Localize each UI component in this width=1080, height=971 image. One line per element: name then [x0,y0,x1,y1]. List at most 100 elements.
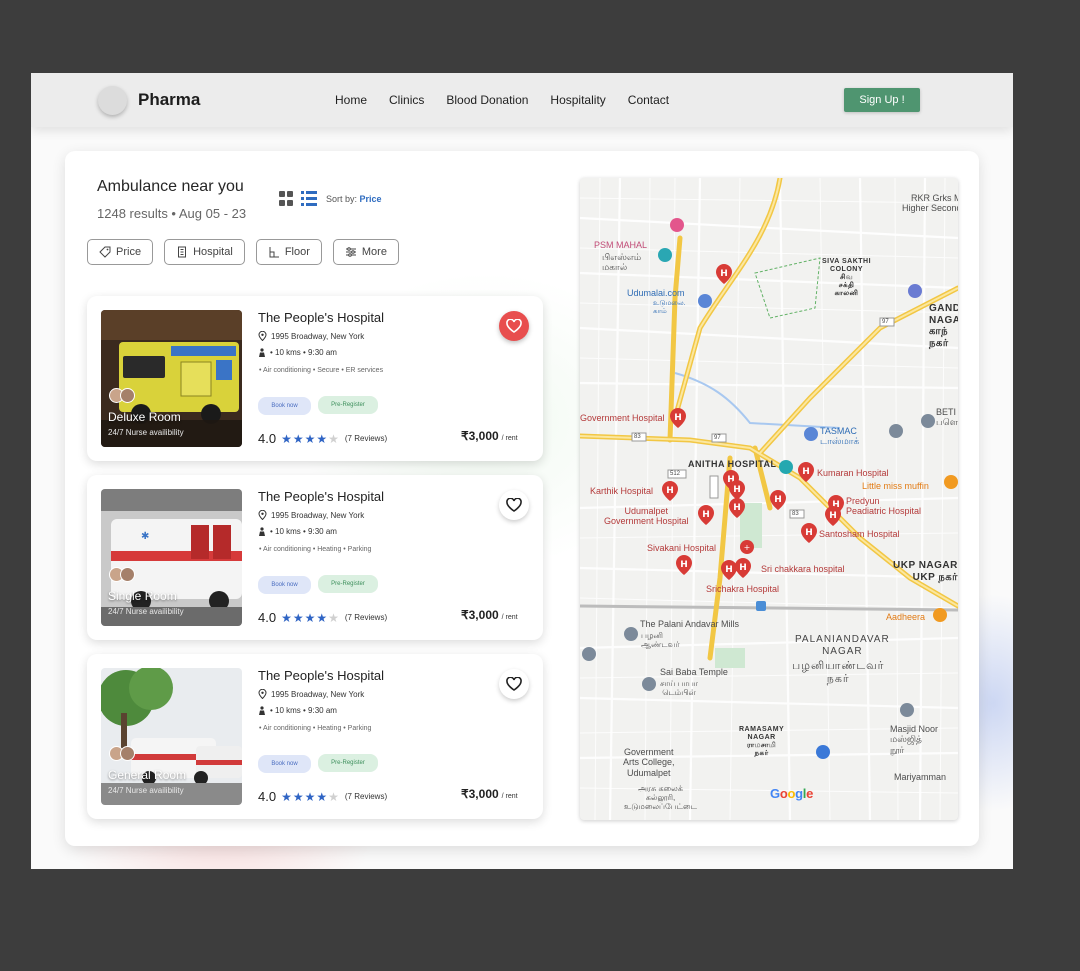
favorite-button[interactable] [499,311,529,341]
map-label: Masjid Noor மஸ்ஜித் நூர் [890,724,939,755]
hospital-name[interactable]: The People's Hospital [258,668,384,683]
staff-avatars [109,746,135,761]
rating-value: 4.0 [258,789,277,804]
filter-more[interactable]: More [332,239,399,265]
hospital-name[interactable]: The People's Hospital [258,489,384,504]
map-label: Sivakani Hospital [647,543,717,553]
location-pin-icon [258,510,267,520]
logo-icon[interactable] [98,86,127,115]
review-count[interactable]: (7 Reviews) [345,792,387,801]
room-photo[interactable]: General Room 24/7 Nurse availibility [101,668,242,805]
map-label: Srichakra Hospital [706,584,780,594]
filter-price[interactable]: Price [87,239,154,265]
top-navbar: Pharma Home Clinics Blood Donation Hospi… [31,73,1013,127]
review-count[interactable]: (7 Reviews) [345,613,387,622]
nav-link-clinics[interactable]: Clinics [389,93,424,107]
tag-icon [99,246,111,258]
list-view-icon[interactable] [301,191,317,206]
map-label: RAMASAMY NAGAR ராமசாமி நகர் [739,726,785,758]
map-label: Government Hospital [580,413,665,423]
nav-link-hospitality[interactable]: Hospitality [550,93,605,107]
sort-value[interactable]: Price [360,194,382,204]
signup-button[interactable]: Sign Up ! [844,88,920,112]
amenities: • Air conditioning • Heating • Parking [259,725,372,732]
hospital-card[interactable]: ✱ Single Room 24/7 Nurse availibility Th… [87,475,543,640]
book-now-button[interactable]: Book now [258,755,311,773]
distance-text: • 10 kms • 9:30 am [270,706,337,715]
map-label: Sai Baba Temple [660,667,728,677]
rating-value: 4.0 [258,431,277,446]
pre-register-button[interactable]: Pre-Register [318,754,378,772]
route-shield-label: 97 [714,435,721,441]
nav-link-home[interactable]: Home [335,93,367,107]
results-count: 1248 results • Aug 05 - 23 [97,206,247,221]
svg-text:H: H [702,510,710,520]
brand-name[interactable]: Pharma [138,90,200,110]
hospital-card[interactable]: General Room 24/7 Nurse availibility The… [87,654,543,819]
book-now-button[interactable]: Book now [258,576,311,594]
room-photo[interactable]: ✱ Single Room 24/7 Nurse availibility [101,489,242,626]
distance-text: • 10 kms • 9:30 am [270,527,337,536]
favorite-button[interactable] [499,669,529,699]
map-label: UKP NAGAR UKP நகர் [893,560,958,583]
book-now-button[interactable]: Book now [258,397,311,415]
price-unit: / rent [501,614,518,621]
avatar [120,388,135,403]
filter-label: Price [116,246,142,258]
route-shield-label: 512 [670,471,681,477]
sort-control[interactable]: Sort by: Price [326,194,382,204]
hospital-card[interactable]: Deluxe Room 24/7 Nurse availibility The … [87,296,543,461]
star-rating-icon: ★★★★★ [281,610,340,625]
star-rating-icon: ★★★★★ [281,431,340,446]
amenities: • Air conditioning • Heating • Parking [259,546,372,553]
pre-register-button[interactable]: Pre-Register [318,575,378,593]
svg-text:H: H [733,503,741,513]
person-icon [259,527,265,536]
nav-links: Home Clinics Blood Donation Hospitality … [335,93,669,107]
nav-link-contact[interactable]: Contact [628,93,669,107]
page-title: Ambulance near you [97,178,244,195]
map-label: பழனி ஆண்டவர் [641,631,680,650]
heart-icon [506,498,522,512]
sort-label: Sort by: [326,194,358,204]
map-label: The Palani Andavar Mills [640,619,740,629]
filter-floor[interactable]: Floor [255,239,322,265]
price: ₹3,000 / rent [461,429,518,443]
favorite-button[interactable] [499,490,529,520]
hospital-address: 1995 Broadway, New York [258,689,364,699]
person-icon [259,348,265,357]
nurse-availability: 24/7 Nurse availibility [108,607,184,616]
svg-text:✱: ✱ [141,531,149,542]
map-view[interactable]: H H H H H H H H H H H H H H + H PSM MAHA… [580,178,958,820]
rating: 4.0 ★★★★★ (7 Reviews) [258,789,387,804]
nurse-availability: 24/7 Nurse availibility [108,428,184,437]
filter-label: More [361,246,387,258]
map-label: சாய் பாபா டெம்பிள் [660,679,698,698]
grid-view-icon[interactable] [279,191,294,206]
google-logo-icon: Google [770,786,814,801]
map-label: Predyun Peadiatric Hospital [846,496,922,517]
ambulance-image [101,668,242,805]
svg-text:H: H [680,560,688,570]
map-label: GAND NAGA காந் நகர் [929,303,958,349]
map-label: BETI பளெ [936,407,958,428]
app-frame: Pharma Home Clinics Blood Donation Hospi… [31,73,1013,869]
price-unit: / rent [501,435,518,442]
filter-hospital[interactable]: Hospital [164,239,245,265]
hospital-name[interactable]: The People's Hospital [258,310,384,325]
map-label: உடுமலை. காம் [653,300,686,316]
svg-text:H: H [674,413,682,423]
map-label: Mariyamman [894,772,947,782]
nav-link-blood-donation[interactable]: Blood Donation [446,93,528,107]
pre-register-button[interactable]: Pre-Register [318,396,378,414]
room-photo[interactable]: Deluxe Room 24/7 Nurse availibility [101,310,242,447]
map-label: Government Arts College, Udumalpet [623,747,675,778]
review-count[interactable]: (7 Reviews) [345,434,387,443]
star-rating-icon: ★★★★★ [281,789,340,804]
map-label: Udumalai.com [627,288,685,298]
staff-avatars [109,567,135,582]
svg-text:H: H [666,486,674,496]
address-text: 1995 Broadway, New York [271,510,365,520]
map-label: அரசு கலைக் கல்லூரி, உடுமலைப்பேட்டை [624,784,697,812]
map-label: Santosham Hospital [819,529,900,539]
